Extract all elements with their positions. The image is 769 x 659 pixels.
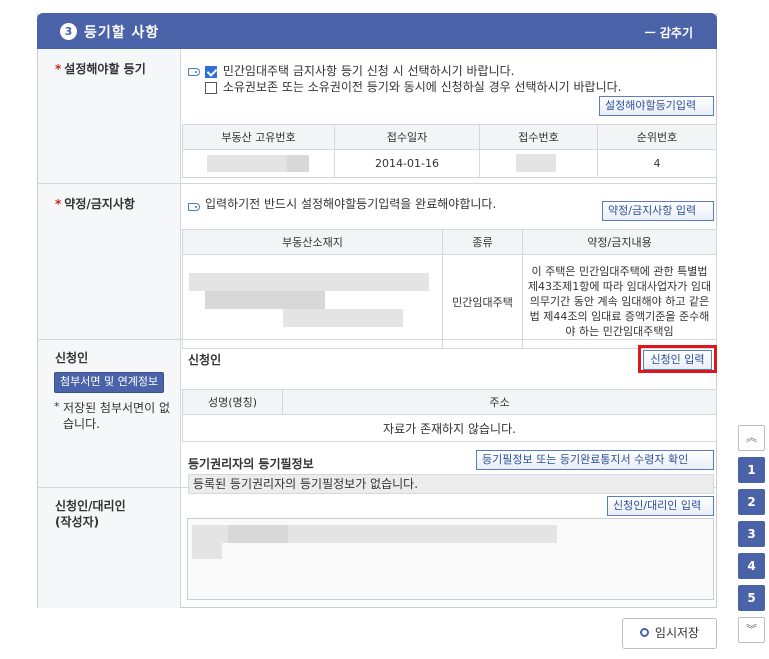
- covenant-notice: 입력하기전 반드시 설정해야할등기입력을 완료해야합니다.: [205, 197, 497, 211]
- covenant-label: 약정/금지사항: [64, 197, 135, 211]
- empty-message: 자료가 존재하지 않습니다.: [182, 414, 717, 442]
- applicant-table: 성명(명칭) 주소 자료가 존재하지 않습니다.: [182, 389, 717, 442]
- row-agent: 신청인/대리인 (작성자) 신청인/대리인 입력: [38, 488, 716, 608]
- covenant-table: 부동산소재지 종류 약정/금지내용 민간임대주택 이 주택은 민간임대주택에 관…: [182, 229, 717, 349]
- registration-table: 부동산 고유번호 접수일자 접수번호 순위번호 2014-01-16 4: [182, 124, 717, 178]
- panel-header: 3 등기할 사항 ㅡ 감추기: [37, 13, 717, 49]
- row-covenant: * 약정/금지사항 입력하기전 반드시 설정해야할등기입력을 완료해야합니다. 약…: [38, 184, 717, 349]
- side-nav-1[interactable]: 1: [738, 457, 765, 483]
- receipt-date-cell: 2014-01-16: [334, 149, 480, 178]
- registration-items-panel: 3 등기할 사항 ㅡ 감추기 * 설정해야할 등기 민간임대주택 금지사항 등기 …: [37, 13, 717, 608]
- option1-checkbox[interactable]: [205, 65, 217, 78]
- applicant-input-button[interactable]: 신청인 입력: [643, 350, 712, 370]
- option2-label: 소유권보존 또는 소유권이전 등기와 동시에 신청하실 경우 선택하시기 바랍니…: [222, 80, 622, 94]
- side-nav-2[interactable]: 2: [738, 489, 765, 515]
- option2-checkbox[interactable]: [205, 81, 217, 94]
- row-registration: * 설정해야할 등기 민간임대주택 금지사항 등기 신청 시 선택하시기 바랍니다…: [38, 49, 717, 184]
- attach-note-bullet: *: [54, 400, 60, 413]
- temp-save-label: 임시저장: [654, 626, 700, 640]
- section-title: 등기할 사항: [84, 25, 160, 41]
- side-nav-4[interactable]: 4: [738, 553, 765, 579]
- content-cell: 이 주택은 민간임대주택에 관한 특별법 제43조제1항에 따라 임대사업자가 …: [522, 254, 717, 349]
- agent-input-button[interactable]: 신청인/대리인 입력: [607, 496, 714, 516]
- col-receipt-no: 접수번호: [479, 124, 598, 150]
- required-mark: *: [55, 197, 62, 211]
- required-mark: *: [55, 62, 62, 76]
- col-receipt-date: 접수일자: [334, 124, 480, 150]
- side-nav-5[interactable]: 5: [738, 585, 765, 611]
- rank-no-cell: 4: [597, 149, 717, 178]
- col-property-id: 부동산 고유번호: [182, 124, 335, 150]
- type-cell: 민간임대주택: [442, 254, 523, 349]
- col-rank-no: 순위번호: [597, 124, 717, 150]
- property-id-cell: [182, 149, 335, 178]
- col-type: 종류: [442, 229, 523, 255]
- covenant-input-button[interactable]: 약정/금지사항 입력: [602, 201, 714, 221]
- location-cell: [182, 254, 443, 349]
- registration-label: 설정해야할 등기: [64, 62, 146, 76]
- attachments-button[interactable]: 첨부서면 및 연계정보: [54, 372, 165, 393]
- col-content: 약정/금지내용: [522, 229, 717, 255]
- agent-label: 신청인/대리인 (작성자): [55, 499, 126, 529]
- applicant-label: 신청인: [55, 351, 89, 365]
- section-number-badge: 3: [60, 23, 77, 40]
- table-row: 자료가 존재하지 않습니다.: [182, 414, 717, 442]
- side-nav-3[interactable]: 3: [738, 521, 765, 547]
- tag-icon: [188, 64, 202, 78]
- col-location: 부동산소재지: [182, 229, 443, 255]
- circle-icon: [639, 628, 649, 637]
- collapse-toggle[interactable]: ㅡ 감추기: [645, 24, 693, 41]
- table-row: 민간임대주택 이 주택은 민간임대주택에 관한 특별법 제43조제1항에 따라 …: [182, 254, 717, 349]
- rights-title: 등기권리자의 등기필정보: [188, 457, 314, 471]
- attach-note: 저장된 첨부서면이 없습니다.: [63, 401, 170, 431]
- row-applicant: 신청인 첨부서면 및 연계정보 * 저장된 첨부서면이 없습니다. 신청인 신청…: [38, 340, 717, 494]
- scroll-top-button[interactable]: ︽: [738, 425, 765, 451]
- registration-input-button[interactable]: 설정해야할등기입력: [599, 96, 714, 116]
- temp-save-button[interactable]: 임시저장: [622, 618, 717, 649]
- col-address: 주소: [282, 389, 717, 415]
- rights-confirm-button[interactable]: 등기필정보 또는 등기완료통지서 수령자 확인: [476, 450, 714, 470]
- applicant-subtitle: 신청인: [188, 353, 222, 367]
- tag-icon: [188, 199, 202, 213]
- agent-info-box: [187, 518, 714, 600]
- col-name: 성명(명칭): [182, 389, 283, 415]
- receipt-no-cell: [479, 149, 598, 178]
- table-row: 2014-01-16 4: [182, 149, 717, 178]
- scroll-bottom-button[interactable]: ︾: [738, 617, 765, 643]
- option1-label: 민간임대주택 금지사항 등기 신청 시 선택하시기 바랍니다.: [222, 64, 515, 78]
